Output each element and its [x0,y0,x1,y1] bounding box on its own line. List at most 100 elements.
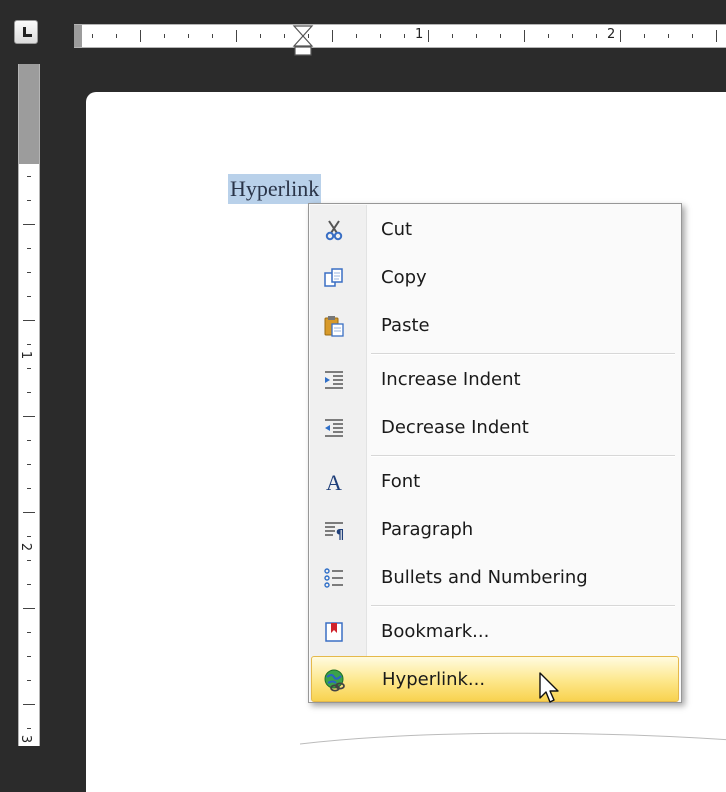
ruler-tick [572,34,573,38]
menu-separator [371,353,675,355]
ruler-tick [23,224,35,225]
horizontal-ruler[interactable]: 1 2 [74,24,726,56]
menu-item-label: Font [381,471,421,492]
ruler-tick [27,200,31,201]
bookmark-icon [321,620,347,644]
paste-icon [321,314,347,338]
ruler-tick [27,296,31,297]
ruler-tick [27,464,31,465]
ruler-tick [716,30,717,42]
ruler-tick [548,34,549,38]
ruler-number-1: 1 [415,27,424,42]
ruler-tick [23,704,35,705]
ruler-tick [140,30,141,42]
ruler-tick [692,34,693,38]
ruler-tick [27,584,31,585]
ruler-tick [27,632,31,633]
ruler-tick [620,30,621,42]
ruler-number-3: 3 [18,734,34,744]
ruler-tick [644,34,645,38]
ruler-tick [116,34,117,38]
svg-text:A: A [326,471,342,493]
menu-item-label: Increase Indent [381,369,521,390]
menu-item-label: Cut [381,219,413,240]
increase-indent-icon [321,368,347,392]
menu-item-label: Paragraph [381,519,474,540]
ruler-tick [524,30,525,42]
ruler-tick [428,30,429,42]
ruler-tick [27,272,31,273]
ruler-tick [23,416,35,417]
ruler-tick [27,728,31,729]
ruler-tick [236,30,237,42]
ruler-tick [596,34,597,38]
menu-item-increase-indent[interactable]: Increase Indent [311,357,679,403]
menu-item-bookmark[interactable]: Bookmark... [311,609,679,655]
menu-item-label: Decrease Indent [381,417,529,438]
menu-separator [371,605,675,607]
ruler-tick [27,560,31,561]
ruler-tick [27,344,31,345]
hyperlink-icon [322,668,348,692]
font-icon: A [321,470,347,494]
svg-text:¶: ¶ [336,528,344,541]
menu-item-label: Bookmark... [381,621,490,642]
ruler-tick [27,656,31,657]
ruler-tick [27,176,31,177]
ruler-tick [284,34,285,38]
paragraph-icon: ¶ [321,518,347,542]
ruler-tick [92,34,93,38]
ruler-number-2: 2 [18,542,34,552]
ruler-tick [452,34,453,38]
ruler-tick [356,34,357,38]
menu-item-font[interactable]: A Font [311,459,679,505]
ruler-tick [23,608,35,609]
bullets-numbering-icon [321,566,347,590]
ruler-tick [164,34,165,38]
menu-item-label: Bullets and Numbering [381,567,588,588]
ruler-tick [27,488,31,489]
copy-icon [321,266,347,290]
ruler-tick [27,368,31,369]
menu-item-copy[interactable]: Copy [311,255,679,301]
menu-item-bullets-numbering[interactable]: Bullets and Numbering [311,555,679,601]
decrease-indent-icon [321,416,347,440]
ruler-tick [27,392,31,393]
ruler-tick [332,30,333,42]
ruler-top-margin [19,64,39,164]
menu-item-hyperlink[interactable]: Hyperlink... [311,656,679,702]
menu-item-decrease-indent[interactable]: Decrease Indent [311,405,679,451]
menu-item-cut[interactable]: Cut [311,207,679,253]
ruler-tick [27,680,31,681]
ruler-tick [404,34,405,38]
page-edge [300,732,726,762]
ruler-tick [27,248,31,249]
menu-item-label: Copy [381,267,427,288]
context-menu: Cut Copy Paste Increase Indent Decrease … [308,203,682,703]
ruler-tick [668,34,669,38]
ruler-number-1: 1 [18,350,34,360]
ruler-tick [23,512,35,513]
ruler-tick [500,34,501,38]
menu-item-paragraph[interactable]: ¶ Paragraph [311,507,679,553]
selected-text[interactable]: Hyperlink [228,174,322,204]
ruler-tick [188,34,189,38]
ruler-tick [476,34,477,38]
ruler-tick [27,440,31,441]
scissors-icon [321,218,347,242]
menu-separator [371,455,675,457]
ruler-tick [260,34,261,38]
ruler-tick [380,34,381,38]
mouse-pointer-icon [539,672,559,703]
menu-item-label: Paste [381,315,430,336]
ruler-number-2: 2 [607,27,616,42]
menu-item-paste[interactable]: Paste [311,303,679,349]
ruler-tick [23,320,35,321]
indent-marker-icon[interactable] [292,25,314,57]
ruler-tick [212,34,213,38]
menu-item-label: Hyperlink... [382,669,486,690]
vertical-ruler[interactable]: 1 2 3 [18,64,40,746]
ruler-tick [27,536,31,537]
word-processor-window: 1 2 1 2 3 Hyperlink Cut Copy Paste Incre… [0,0,726,792]
tab-stop-selector[interactable] [14,20,38,44]
